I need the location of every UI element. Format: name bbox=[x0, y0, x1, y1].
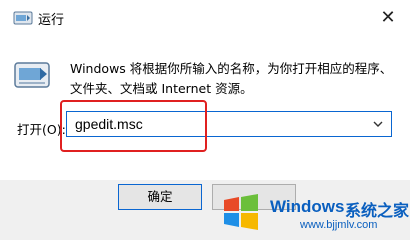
title-bar: 运行 ✕ bbox=[0, 0, 410, 36]
windows-logo-icon bbox=[222, 194, 262, 230]
watermark-suffix: 系统之家 bbox=[345, 201, 410, 220]
run-icon bbox=[14, 62, 52, 90]
run-dialog: 运行 ✕ Windows 将根据你所输入的名称，为你打开相应的程序、文件夹、文档… bbox=[0, 0, 410, 240]
window-title: 运行 bbox=[38, 13, 65, 28]
ok-button[interactable]: 确定 bbox=[118, 184, 202, 210]
annotation-highlight-box bbox=[60, 100, 207, 152]
chevron-down-icon[interactable] bbox=[371, 116, 385, 130]
description-text: Windows 将根据你所输入的名称，为你打开相应的程序、文件夹、文档或 Int… bbox=[70, 61, 393, 96]
close-icon[interactable]: ✕ bbox=[370, 2, 406, 32]
watermark-url: www.bjjmlv.com bbox=[300, 219, 378, 231]
open-label: 打开(O): bbox=[17, 122, 66, 137]
watermark-brand: Windows bbox=[270, 197, 345, 216]
run-app-icon bbox=[13, 10, 33, 26]
